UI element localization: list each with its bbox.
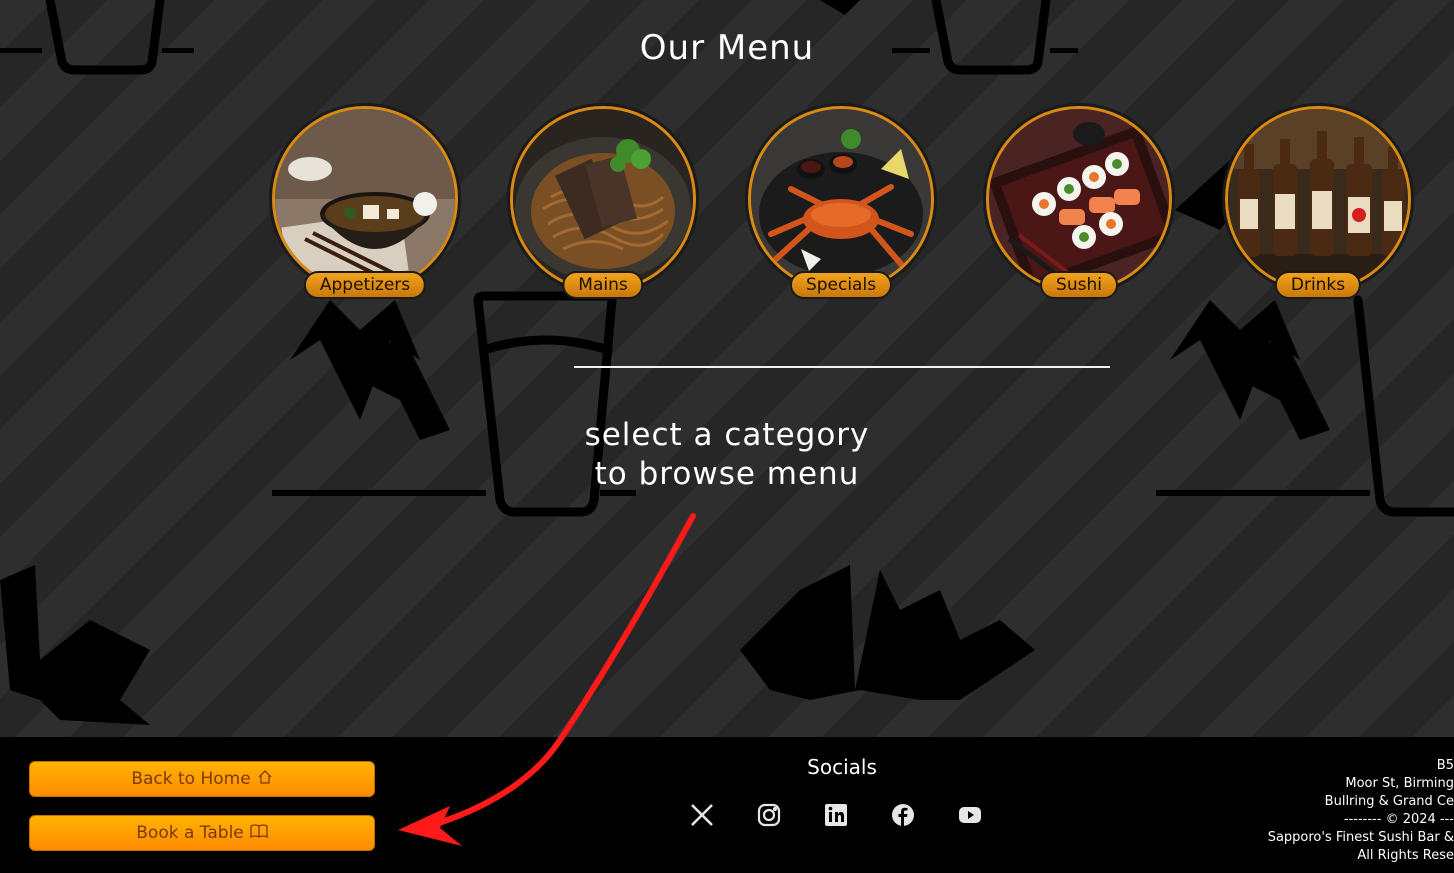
drinks-image — [1225, 106, 1411, 292]
address-line: B5 — [1436, 758, 1454, 773]
divider-line — [574, 366, 1110, 368]
linkedin-icon[interactable] — [824, 803, 848, 827]
menu-section: Our Menu Appetizers Mains Specials Sushi… — [0, 0, 1454, 737]
category-sushi[interactable]: Sushi — [986, 106, 1172, 299]
category-appetizers[interactable]: Appetizers — [272, 106, 458, 299]
menu-title: Our Menu — [639, 28, 815, 68]
social-links — [690, 803, 982, 827]
footer: Back to Home Book a Table Socials B5 Moo… — [0, 737, 1454, 873]
address-line: Moor St, Birming — [1345, 776, 1454, 791]
select-category-prompt: select a category to browse menu — [0, 416, 1454, 494]
prompt-line-2: to browse menu — [594, 456, 860, 492]
sushi-image — [986, 106, 1172, 292]
mains-image — [510, 106, 696, 292]
copyright-line: -------- © 2024 --- — [1343, 812, 1454, 827]
appetizers-image — [272, 106, 458, 292]
book-table-label: Book a Table — [136, 823, 244, 843]
category-drinks[interactable]: Drinks — [1225, 106, 1411, 299]
prompt-line-1: select a category — [584, 417, 870, 453]
book-a-table-button[interactable]: Book a Table — [29, 815, 375, 851]
specials-image — [748, 106, 934, 292]
category-label: Specials — [789, 271, 893, 299]
category-label: Sushi — [1040, 271, 1118, 299]
book-icon — [250, 823, 268, 844]
category-mains[interactable]: Mains — [510, 106, 696, 299]
address-block: B5 Moor St, Birming Bullring & Grand Ce … — [1268, 757, 1454, 865]
rights-line: All Rights Rese — [1357, 848, 1454, 863]
category-label: Drinks — [1274, 271, 1362, 299]
instagram-icon[interactable] — [757, 803, 781, 827]
category-specials[interactable]: Specials — [748, 106, 934, 299]
facebook-icon[interactable] — [891, 803, 915, 827]
category-label: Appetizers — [303, 271, 427, 299]
youtube-icon[interactable] — [958, 803, 982, 827]
category-label: Mains — [562, 271, 644, 299]
address-line: Bullring & Grand Ce — [1324, 794, 1454, 809]
address-line: Sapporo's Finest Sushi Bar & — [1267, 830, 1454, 845]
x-icon[interactable] — [690, 803, 714, 827]
socials-title: Socials — [807, 755, 877, 779]
